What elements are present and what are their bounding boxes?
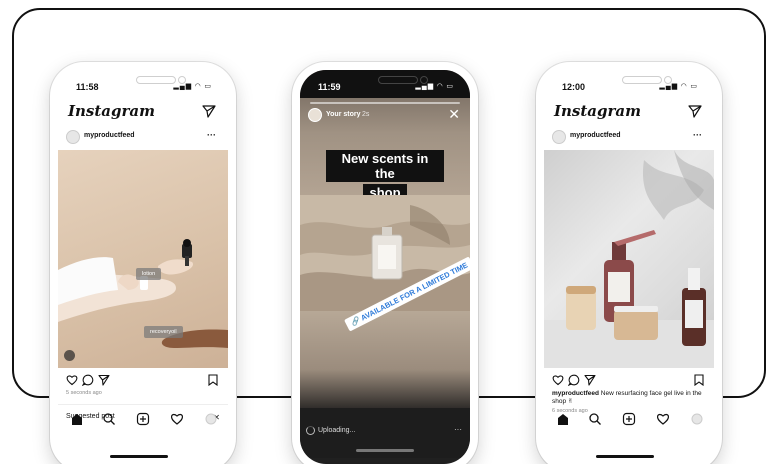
- heart-icon[interactable]: [656, 412, 670, 426]
- home-icon[interactable]: [70, 412, 84, 426]
- avatar[interactable]: [308, 108, 322, 122]
- product-tag-recoveryoil[interactable]: recoveryoil: [144, 326, 183, 338]
- app-header: Instagram: [58, 100, 228, 122]
- post-timestamp: 5 seconds ago: [66, 390, 102, 396]
- avatar[interactable]: [552, 130, 566, 144]
- heart-icon[interactable]: [66, 374, 78, 386]
- post-image[interactable]: [544, 150, 714, 368]
- bottom-nav-bar: [58, 412, 228, 432]
- send-icon[interactable]: [98, 374, 110, 386]
- status-time: 11:58: [76, 82, 99, 92]
- heart-icon[interactable]: [552, 374, 564, 386]
- status-time: 11:59: [318, 82, 341, 92]
- notch: [136, 76, 176, 84]
- app-header: Instagram: [544, 100, 714, 122]
- more-options-icon[interactable]: ···: [693, 130, 702, 140]
- add-icon[interactable]: [136, 412, 150, 426]
- username[interactable]: myproductfeed: [570, 132, 621, 139]
- post-header: myproductfeed ···: [58, 128, 228, 146]
- caption-username[interactable]: myproductfeed: [552, 390, 599, 397]
- headline-line-1: New scents in the: [326, 150, 444, 182]
- hands-product-photo: [58, 239, 228, 348]
- status-bar: 11:59 ▂▄▆ ◠ ▭: [300, 70, 470, 98]
- signal-wifi-battery-icon: ▂▄▆ ◠ ▭: [173, 83, 212, 90]
- divider: [58, 404, 228, 405]
- skincare-bottles-photo: [544, 150, 714, 368]
- send-icon[interactable]: [688, 104, 702, 118]
- signal-wifi-battery-icon: ▂▄▆ ◠ ▭: [659, 83, 698, 90]
- post-actions: [544, 374, 714, 390]
- status-bar: 11:58 ▂▄▆ ◠ ▭: [58, 70, 228, 98]
- story-time: 2s: [362, 111, 370, 118]
- post-actions: [58, 374, 228, 390]
- story-product-photo: [300, 195, 470, 311]
- bottom-nav-bar: [544, 412, 714, 432]
- phone-screen: 12:00 ▂▄▆ ◠ ▭ Instagram myproductfeed ··…: [544, 70, 714, 464]
- story-username[interactable]: Your story: [326, 111, 361, 118]
- upload-status-bar: Uploading... ···: [300, 408, 470, 458]
- home-indicator: [110, 455, 168, 458]
- post-header: myproductfeed ···: [544, 128, 714, 146]
- more-options-icon[interactable]: ···: [454, 425, 462, 434]
- phone-screen: 11:59 ▂▄▆ ◠ ▭ Your story 2s ✕ New scents…: [300, 70, 470, 464]
- product-tag-lotion[interactable]: lotion: [136, 268, 162, 280]
- upload-status-text: Uploading...: [318, 427, 356, 434]
- search-icon[interactable]: [588, 412, 602, 426]
- phone-feed-post: 11:58 ▂▄▆ ◠ ▭ Instagram myproductfeed ··…: [50, 62, 236, 464]
- bookmark-icon[interactable]: [694, 374, 704, 386]
- status-bar: 12:00 ▂▄▆ ◠ ▭: [544, 70, 714, 98]
- loading-spinner-icon: [306, 426, 315, 435]
- add-icon[interactable]: [622, 412, 636, 426]
- home-icon[interactable]: [556, 412, 570, 426]
- comment-icon[interactable]: [568, 374, 580, 386]
- app-logo: Instagram: [554, 102, 641, 120]
- profile-icon[interactable]: [690, 412, 704, 426]
- username[interactable]: myproductfeed: [84, 132, 135, 139]
- bookmark-icon[interactable]: [208, 374, 218, 386]
- home-indicator: [596, 455, 654, 458]
- notch: [378, 76, 418, 84]
- app-logo: Instagram: [68, 102, 155, 120]
- post-caption: myproductfeed New resurfacing face gel l…: [552, 390, 704, 406]
- close-icon[interactable]: ✕: [448, 107, 460, 121]
- perfume-on-sand-photo: [300, 195, 470, 311]
- user-tag-icon[interactable]: [64, 350, 75, 361]
- profile-icon[interactable]: [204, 412, 218, 426]
- heart-icon[interactable]: [170, 412, 184, 426]
- search-icon[interactable]: [102, 412, 116, 426]
- send-icon[interactable]: [202, 104, 216, 118]
- phone-screen: 11:58 ▂▄▆ ◠ ▭ Instagram myproductfeed ··…: [58, 70, 228, 464]
- phone-story: 11:59 ▂▄▆ ◠ ▭ Your story 2s ✕ New scents…: [292, 62, 478, 464]
- avatar[interactable]: [66, 130, 80, 144]
- phone-feed-post-caption: 12:00 ▂▄▆ ◠ ▭ Instagram myproductfeed ··…: [536, 62, 722, 464]
- post-image[interactable]: lotion recoveryoil: [58, 150, 228, 368]
- comment-icon[interactable]: [82, 374, 94, 386]
- story-progress-bar: [310, 102, 460, 104]
- signal-wifi-battery-icon: ▂▄▆ ◠ ▭: [415, 83, 454, 90]
- notch: [622, 76, 662, 84]
- home-indicator: [356, 449, 414, 452]
- more-options-icon[interactable]: ···: [207, 130, 216, 140]
- send-icon[interactable]: [584, 374, 596, 386]
- status-time: 12:00: [562, 82, 586, 92]
